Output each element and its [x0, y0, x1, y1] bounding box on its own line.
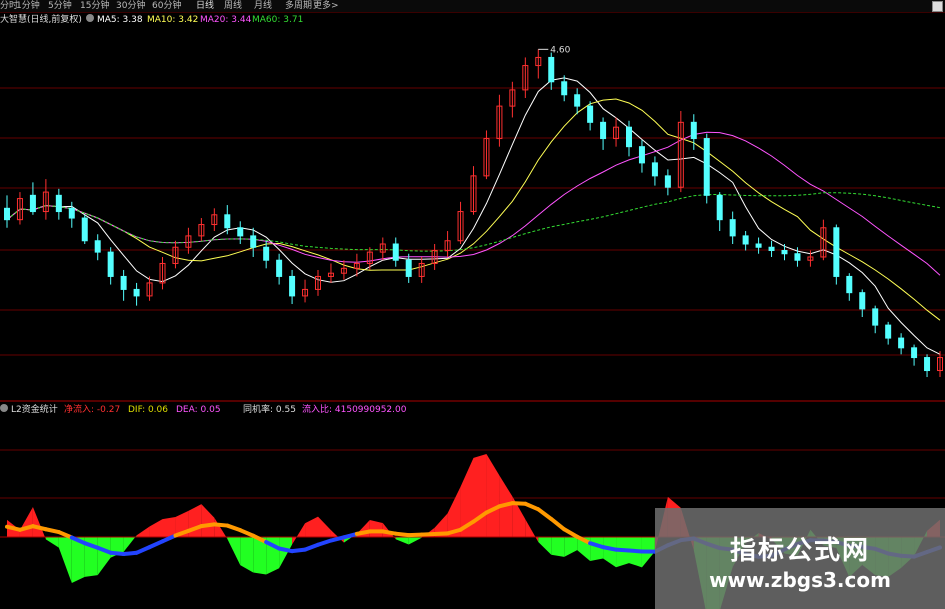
- signal-line: [134, 545, 152, 555]
- flow-area: [123, 535, 137, 552]
- flow-area: [590, 537, 604, 562]
- candle-down: [781, 249, 788, 255]
- signal-line: [303, 542, 320, 552]
- flow-area: [58, 537, 72, 584]
- flow-area: [292, 523, 306, 545]
- flow-area: [149, 519, 163, 537]
- candle-down: [885, 324, 892, 339]
- signal-line: [147, 539, 165, 550]
- candle-down: [224, 214, 231, 229]
- candle-down: [898, 337, 905, 349]
- candle-down: [237, 227, 244, 237]
- flow-area: [32, 507, 46, 540]
- flow-area: [369, 520, 383, 537]
- dea-label: DEA: 0.05: [176, 405, 221, 415]
- high-price-label: 4.60: [550, 45, 570, 55]
- flow-area: [486, 454, 500, 537]
- signal-line: [225, 523, 243, 533]
- watermark-box: 指标公式网 www.zbgs3.com: [655, 508, 945, 609]
- net-inflow-label: 净流入: -0.27: [64, 405, 121, 415]
- flow-area: [473, 454, 487, 537]
- balance-label: 同机率: 0.55: [243, 405, 296, 415]
- candle-down: [276, 259, 283, 277]
- flow-area: [408, 537, 422, 545]
- ma5-line: [6, 77, 941, 355]
- candle-down: [574, 94, 581, 107]
- candle-down: [626, 126, 632, 148]
- flow-area: [201, 504, 215, 537]
- candle-down: [638, 146, 645, 164]
- signal-line: [562, 527, 580, 539]
- candle-down: [742, 235, 749, 245]
- candle-down: [405, 259, 412, 277]
- candle-down: [55, 194, 62, 213]
- flow-area: [97, 537, 111, 576]
- flow-area: [227, 537, 241, 566]
- flow-area: [136, 526, 150, 537]
- candle-down: [4, 207, 10, 221]
- flow-area: [240, 537, 254, 573]
- candle-down: [664, 175, 671, 188]
- candle-down: [587, 105, 594, 123]
- candle-down: [68, 207, 75, 219]
- candle-down: [29, 194, 36, 213]
- sub-chart-title: L2资金统计: [11, 405, 58, 415]
- signal-line: [536, 507, 554, 521]
- flow-area: [162, 517, 176, 537]
- flow-area: [564, 537, 578, 557]
- flow-area: [538, 537, 552, 555]
- candle-down: [81, 217, 88, 242]
- candle-down: [846, 275, 853, 294]
- flow-area: [395, 537, 409, 545]
- flow-area: [19, 507, 33, 537]
- candle-down: [120, 275, 127, 290]
- flow-area: [603, 537, 617, 568]
- candle-down: [690, 121, 697, 140]
- flow-area: [305, 516, 318, 537]
- candle-down: [729, 219, 736, 237]
- candle-down: [133, 288, 140, 297]
- candle-down: [755, 243, 762, 248]
- candle-down: [107, 251, 114, 277]
- candle-down: [703, 138, 710, 196]
- candle-down: [651, 162, 658, 177]
- candle-down: [833, 227, 840, 277]
- signal-line: [549, 516, 567, 532]
- inflow-ratio-label: 流入比: 4150990952.00: [302, 405, 407, 415]
- candle-down: [600, 121, 607, 140]
- watermark-title: 指标公式网: [729, 536, 870, 566]
- flow-area: [551, 537, 565, 557]
- dif-label: DIF: 0.06: [128, 405, 168, 415]
- candle-down: [392, 243, 399, 261]
- candle-down: [872, 308, 879, 326]
- flow-area: [214, 517, 228, 539]
- flow-area: [318, 516, 331, 537]
- candle-down: [94, 240, 101, 253]
- candle-down: [911, 347, 918, 359]
- flow-area: [525, 519, 539, 542]
- candle-down: [924, 357, 931, 372]
- candle-down: [250, 235, 257, 248]
- candle-down: [548, 56, 555, 83]
- candle-down: [859, 292, 866, 310]
- signal-line: [316, 538, 333, 547]
- candle-down: [561, 81, 568, 96]
- candle-down: [716, 194, 723, 221]
- candle-down: [263, 246, 270, 261]
- candle-down: [768, 246, 775, 251]
- signal-line: [523, 501, 541, 512]
- candle-down: [794, 253, 801, 261]
- signal-line: [238, 528, 256, 538]
- watermark-url: www.zbgs3.com: [709, 568, 891, 592]
- candle-down: [289, 275, 296, 297]
- flow-area: [45, 537, 59, 548]
